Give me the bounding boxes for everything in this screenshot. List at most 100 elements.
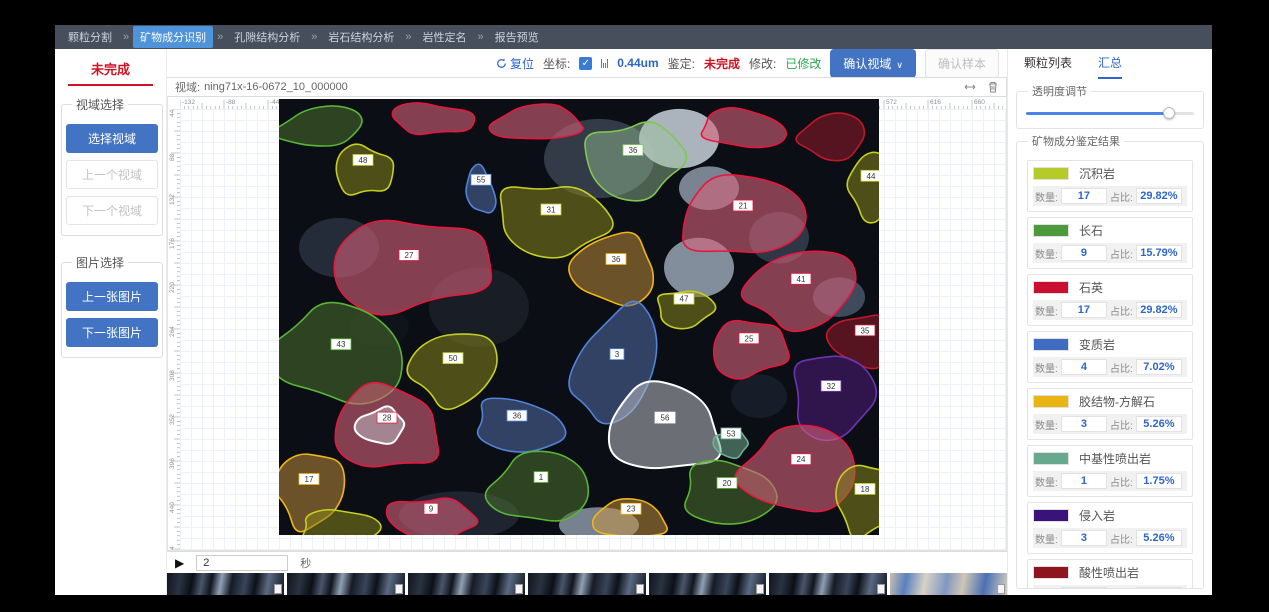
svg-text:220: 220 xyxy=(169,282,176,293)
mineral-card-4[interactable]: 变质岩数量:4占比:7.02% xyxy=(1027,331,1193,383)
svg-text:28: 28 xyxy=(383,414,392,423)
svg-text:18: 18 xyxy=(861,485,870,494)
scale-ruler-icon xyxy=(601,58,608,68)
mineral-name: 变质岩 xyxy=(1079,336,1115,353)
grain-label: 28 xyxy=(377,412,397,423)
reset-view-button[interactable]: 复位 xyxy=(496,55,534,72)
tab-particle-list[interactable]: 颗粒列表 xyxy=(1024,54,1072,79)
modify-label: 修改: xyxy=(749,55,776,72)
breadcrumb-step-5[interactable]: 岩性定名 xyxy=(416,26,474,48)
svg-text:55: 55 xyxy=(477,176,486,185)
mineral-color-swatch xyxy=(1033,395,1069,408)
mineral-color-swatch xyxy=(1033,566,1069,579)
grain-label: 25 xyxy=(739,333,759,344)
segmented-thin-section-image[interactable]: 3648553121442736473412535324350283611756… xyxy=(279,99,879,535)
view-name-bar: 视域: ning71x-16-0672_10_000000 xyxy=(167,77,1007,97)
confirm-sample-button[interactable]: 确认样本 xyxy=(925,49,999,78)
thumbnail-5[interactable] xyxy=(649,573,766,595)
select-view-button[interactable]: 选择视域 xyxy=(66,124,158,153)
svg-text:50: 50 xyxy=(449,354,458,363)
mineral-card-6[interactable]: 中基性喷出岩数量:1占比:1.75% xyxy=(1027,445,1193,497)
prev-image-button[interactable]: 上一张图片 xyxy=(66,282,158,311)
thumbnail-1[interactable] xyxy=(167,573,284,595)
count-label: 数量: xyxy=(1035,474,1058,489)
breadcrumb-step-1[interactable]: 颗粒分割 xyxy=(61,26,119,48)
grain-label: 31 xyxy=(541,204,561,215)
breadcrumb-step-4[interactable]: 岩石结构分析 xyxy=(321,26,401,48)
next-image-button[interactable]: 下一张图片 xyxy=(66,318,158,347)
play-button[interactable]: ▶ xyxy=(175,557,184,569)
svg-text:1: 1 xyxy=(539,473,544,482)
svg-text:572: 572 xyxy=(886,99,897,106)
grain-label: 17 xyxy=(299,474,319,485)
thumbnail-2[interactable] xyxy=(287,573,404,595)
fit-width-icon[interactable] xyxy=(964,82,976,92)
thumb-badge-icon xyxy=(395,584,403,594)
mineral-card-8[interactable]: 酸性喷出岩数量:1占比:1.75% xyxy=(1027,559,1193,589)
breadcrumb-step-3[interactable]: 孔隙结构分析 xyxy=(227,26,307,48)
svg-text:56: 56 xyxy=(661,414,670,423)
ratio-value: 5.26% xyxy=(1136,530,1182,546)
interval-seconds-input[interactable] xyxy=(196,555,288,571)
grain-label: 55 xyxy=(471,174,491,185)
mineral-name: 侵入岩 xyxy=(1079,507,1115,524)
grain-label: 23 xyxy=(621,503,641,514)
breadcrumb-separator: » xyxy=(217,31,223,43)
svg-text:440: 440 xyxy=(169,502,176,513)
coord-label: 坐标: xyxy=(543,55,570,72)
mineral-name: 酸性喷出岩 xyxy=(1079,564,1139,581)
canvas-viewport[interactable]: -132-88-44044881321762202643083523964404… xyxy=(167,97,1007,551)
ratio-label: 占比: xyxy=(1110,303,1133,318)
mineral-name: 胶结物-方解石 xyxy=(1079,393,1155,410)
svg-text:616: 616 xyxy=(930,99,941,106)
grain-label: 18 xyxy=(855,483,875,494)
count-label: 数量: xyxy=(1035,303,1058,318)
next-view-button[interactable]: 下一个视域 xyxy=(66,196,158,225)
confirm-view-button[interactable]: 确认视域∨ xyxy=(830,49,916,78)
view-select-legend: 视域选择 xyxy=(72,96,128,113)
svg-text:25: 25 xyxy=(745,334,754,343)
mineral-card-3[interactable]: 石英数量:17占比:29.82% xyxy=(1027,274,1193,326)
mineral-card-1[interactable]: 沉积岩数量:17占比:29.82% xyxy=(1027,160,1193,212)
grain-label: 44 xyxy=(861,170,879,181)
breadcrumb-separator: » xyxy=(123,31,129,43)
svg-text:41: 41 xyxy=(797,275,806,284)
svg-text:132: 132 xyxy=(169,194,176,205)
svg-text:20: 20 xyxy=(723,479,732,488)
svg-text:48: 48 xyxy=(359,156,368,165)
breadcrumb-step-6[interactable]: 报告预览 xyxy=(488,26,546,48)
trash-icon[interactable] xyxy=(988,81,998,93)
count-value: 3 xyxy=(1061,530,1107,546)
mineral-card-7[interactable]: 侵入岩数量:3占比:5.26% xyxy=(1027,502,1193,554)
mineral-color-swatch xyxy=(1033,281,1069,294)
tab-summary[interactable]: 汇总 xyxy=(1098,54,1122,79)
count-value: 1 xyxy=(1061,587,1107,589)
thumb-badge-icon xyxy=(274,584,282,594)
breadcrumb-separator: » xyxy=(478,31,484,43)
coord-checkbox[interactable]: ✓ xyxy=(579,57,592,70)
mineral-card-2[interactable]: 长石数量:9占比:15.79% xyxy=(1027,217,1193,269)
slider-fill xyxy=(1026,112,1169,115)
identify-label: 鉴定: xyxy=(668,55,695,72)
thumbnail-3[interactable] xyxy=(408,573,525,595)
breadcrumb-step-2[interactable]: 矿物成分识别 xyxy=(133,26,213,48)
slider-thumb[interactable] xyxy=(1163,107,1175,119)
svg-text:17: 17 xyxy=(305,475,314,484)
svg-text:-132: -132 xyxy=(182,99,195,106)
svg-text:44: 44 xyxy=(169,109,176,117)
grain-label: 21 xyxy=(733,200,753,211)
grain-label: 41 xyxy=(791,273,811,284)
mineral-card-5[interactable]: 胶结物-方解石数量:3占比:5.26% xyxy=(1027,388,1193,440)
thumbnail-6[interactable] xyxy=(769,573,886,595)
grain-label: 27 xyxy=(399,250,419,261)
thumbnail-7[interactable] xyxy=(890,573,1007,595)
modify-status: 已修改 xyxy=(785,55,821,72)
grain-label: 56 xyxy=(655,412,675,423)
count-value: 17 xyxy=(1061,302,1107,318)
opacity-slider[interactable] xyxy=(1026,107,1194,119)
grain-label: 3 xyxy=(610,349,624,360)
prev-view-button[interactable]: 上一个视域 xyxy=(66,160,158,189)
thumbnail-4[interactable] xyxy=(528,573,645,595)
mineral-name: 石英 xyxy=(1079,279,1103,296)
opacity-legend: 透明度调节 xyxy=(1028,83,1091,99)
